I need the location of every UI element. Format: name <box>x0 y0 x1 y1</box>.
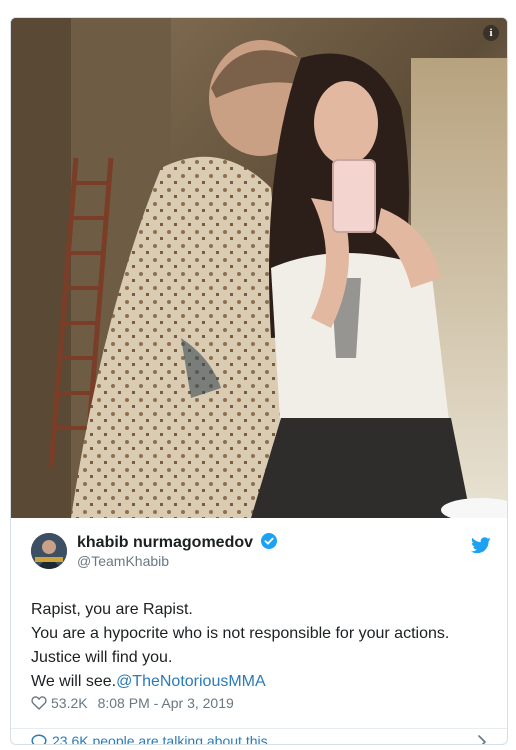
timestamp-link[interactable]: 8:08 PM - Apr 3, 2019 <box>98 695 234 711</box>
like-count[interactable]: 53.2K <box>51 695 88 711</box>
verified-badge-icon <box>261 533 278 549</box>
tweet-text-line: Justice will find you. <box>31 649 173 666</box>
mirror-selfie-image <box>11 18 507 518</box>
user-handle[interactable]: @TeamKhabib <box>77 553 169 569</box>
tweet-text-line: Rapist, you are Rapist. <box>31 601 193 618</box>
avatar[interactable] <box>31 533 67 569</box>
name-row[interactable]: khabib nurmagomedov <box>77 533 278 552</box>
tweet-text: Rapist, you are Rapist. You are a hypocr… <box>31 598 501 694</box>
heart-icon[interactable] <box>31 696 47 710</box>
tweet-text-line-last: We will see.@TheNotoriousMMA <box>31 670 501 694</box>
conversation-link[interactable]: 23.6K people are talking about this <box>11 729 507 745</box>
twitter-bird-icon[interactable] <box>471 537 491 554</box>
embedded-tweet-card[interactable]: i khabib nurmagomedov @TeamKhabib Rapist… <box>10 17 508 745</box>
tweet-header: khabib nurmagomedov @TeamKhabib <box>31 533 491 579</box>
tweet-text-line: You are a hypocrite who is not responsib… <box>31 625 450 642</box>
tweet-photo[interactable]: i <box>11 18 507 518</box>
speech-bubble-icon <box>31 734 47 744</box>
info-icon[interactable]: i <box>483 25 499 41</box>
avatar-image <box>31 533 67 569</box>
chevron-right-icon[interactable] <box>477 734 487 745</box>
mention-link[interactable]: @TheNotoriousMMA <box>116 673 266 690</box>
tweet-meta: 53.2K 8:08 PM - Apr 3, 2019 <box>31 695 234 715</box>
conversation-count[interactable]: 23.6K people are talking about this <box>52 733 268 744</box>
tweet-text-fragment: We will see. <box>31 673 117 690</box>
display-name[interactable]: khabib nurmagomedov <box>77 534 253 551</box>
